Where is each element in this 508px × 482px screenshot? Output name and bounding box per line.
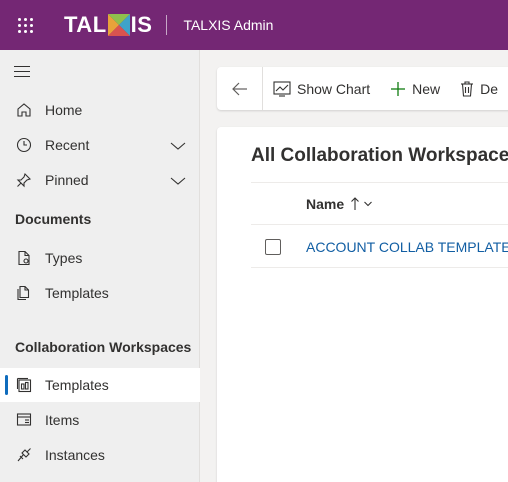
sidebar-item-label: Templates: [45, 377, 109, 393]
chart-icon: [273, 80, 291, 97]
sidebar-item-workspace-templates[interactable]: Templates: [0, 368, 200, 402]
sidebar-item-label: Types: [45, 250, 83, 266]
sidebar-item-home[interactable]: Home: [0, 93, 200, 127]
chevron-down-icon: [363, 200, 373, 208]
show-chart-button[interactable]: Show Chart: [263, 67, 380, 110]
arrow-left-icon: [231, 82, 247, 95]
grid-header: Name: [251, 182, 508, 225]
top-bar: TAL IS TALXIS Admin: [0, 0, 508, 50]
plus-icon: [390, 81, 406, 97]
document-gear-icon: [15, 249, 33, 267]
sidebar-item-recent[interactable]: Recent: [0, 128, 200, 162]
delete-button[interactable]: De: [450, 67, 508, 110]
section-title-documents: Documents: [15, 211, 92, 227]
sidebar-item-pinned[interactable]: Pinned: [0, 163, 200, 197]
sidebar-item-label: Recent: [45, 137, 90, 153]
sidebar-item-label: Pinned: [45, 172, 89, 188]
new-button[interactable]: New: [380, 67, 450, 110]
app-title: TALXIS Admin: [183, 17, 274, 33]
header-divider: [166, 15, 168, 35]
row-select-checkbox[interactable]: [265, 239, 281, 255]
sidebar-item-items[interactable]: Items: [0, 403, 200, 437]
waffle-icon: [17, 17, 33, 33]
app-launcher-button[interactable]: [0, 0, 50, 50]
column-header-label: Name: [306, 196, 345, 212]
talxis-logo[interactable]: TAL IS: [64, 0, 152, 50]
sidebar: Home Recent Pinned Documents Types Templ…: [0, 50, 200, 482]
column-header-name[interactable]: Name: [306, 196, 373, 212]
plug-icon: [15, 446, 33, 464]
sidebar-item-label: Items: [45, 412, 80, 428]
delete-label: De: [480, 80, 499, 97]
logo-text-left: TAL: [64, 12, 107, 37]
show-chart-label: Show Chart: [297, 80, 371, 97]
sidebar-item-label: Instances: [45, 447, 105, 463]
section-title-collaboration-workspaces: Collaboration Workspaces: [15, 339, 192, 355]
view-title[interactable]: All Collaboration Workspaces: [251, 145, 508, 167]
sidebar-item-types[interactable]: Types: [0, 241, 200, 275]
sidebar-item-label: Templates: [45, 285, 109, 301]
new-label: New: [412, 80, 441, 97]
pin-icon: [15, 171, 33, 189]
sidebar-item-document-templates[interactable]: Templates: [0, 276, 200, 310]
chevron-down-icon[interactable]: [170, 173, 186, 189]
sidebar-item-label: Home: [45, 102, 83, 118]
trash-icon: [460, 80, 474, 97]
home-icon: [15, 101, 33, 119]
back-button[interactable]: [217, 67, 263, 110]
board-template-icon: [15, 376, 33, 394]
table-row[interactable]: ACCOUNT COLLAB TEMPLATE: [251, 225, 508, 268]
sidebar-item-instances[interactable]: Instances: [0, 438, 200, 472]
logo-text-right: IS: [130, 12, 153, 37]
logo-x-icon: [107, 14, 130, 36]
clock-icon: [15, 136, 33, 154]
view-panel: All Collaboration Workspaces Name ACCOUN…: [217, 127, 508, 482]
record-link[interactable]: ACCOUNT COLLAB TEMPLATE: [306, 239, 508, 255]
command-bar: Show Chart New De: [217, 67, 508, 110]
document-copy-icon: [15, 284, 33, 302]
window-list-icon: [15, 411, 33, 429]
sort-ascending-icon: [350, 197, 360, 211]
hamburger-menu-button[interactable]: [14, 66, 32, 78]
chevron-down-icon[interactable]: [170, 138, 186, 154]
